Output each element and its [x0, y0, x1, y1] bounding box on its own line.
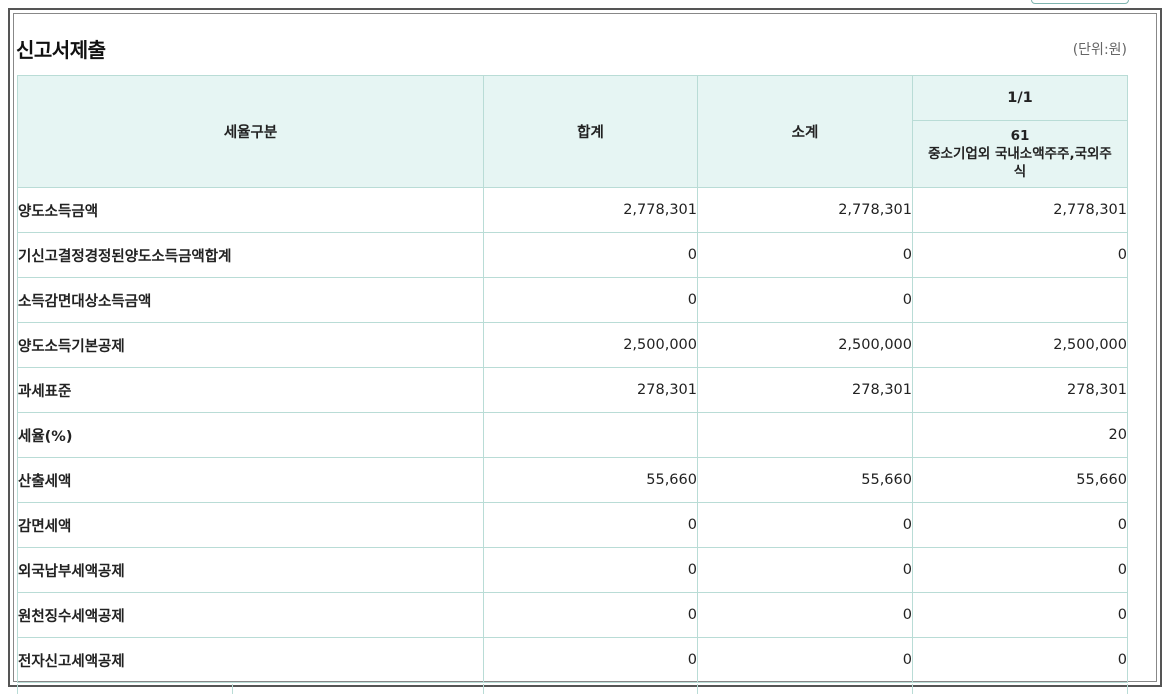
- row-label: 산출세액: [17, 457, 484, 503]
- header-code: 61: [1010, 128, 1030, 144]
- row-label: 소득감면대상소득금액: [17, 277, 484, 323]
- header-category: 세율구분: [17, 75, 484, 188]
- table-body: 양도소득금액 2,778,301 2,778,301 2,778,301 기신고결정경정…: [17, 187, 1128, 683]
- row-total: [483, 412, 698, 458]
- page-title: 신고서제출: [16, 38, 106, 62]
- row-column-61: 2,778,301: [912, 187, 1128, 233]
- row-total: 0: [483, 502, 698, 548]
- row-column-61: 0: [912, 637, 1128, 683]
- row-total: 0: [483, 592, 698, 638]
- row-total: 0: [483, 547, 698, 593]
- row-column-61: 55,660: [912, 457, 1128, 503]
- row-total: 2,778,301: [483, 187, 698, 233]
- header-page: 1/1: [912, 75, 1128, 121]
- row-label: 세율(%): [17, 412, 484, 458]
- row-column-61: 278,301: [912, 367, 1128, 413]
- row-subtotal: [697, 412, 913, 458]
- table-row: 소득감면대상소득금액 0 0: [17, 277, 1128, 323]
- row-subtotal: 0: [697, 502, 913, 548]
- row-column-61: 20: [912, 412, 1128, 458]
- row-column-61: 0: [912, 547, 1128, 593]
- header-column-61: 61 중소기업외 국내소액주주,국외주식: [912, 120, 1128, 188]
- header-subtotal: 소계: [697, 75, 913, 188]
- row-label: 기신고결정경정된양도소득금액합계: [17, 232, 484, 278]
- row-label: 과세표준: [17, 367, 484, 413]
- table-row: 감면세액 0 0 0: [17, 502, 1128, 548]
- row-label: 양도소득금액: [17, 187, 484, 233]
- row-label: 전자신고세액공제: [17, 637, 484, 683]
- row-label: 원천징수세액공제: [17, 592, 484, 638]
- table-continuation: [17, 684, 1128, 694]
- table-row: 세율(%) 20: [17, 412, 1128, 458]
- row-column-61: 0: [912, 592, 1128, 638]
- row-column-61: [912, 277, 1128, 323]
- header-total: 합계: [483, 75, 698, 188]
- table-row: 기신고결정경정된양도소득금액합계 0 0 0: [17, 232, 1128, 278]
- row-total: 55,660: [483, 457, 698, 503]
- row-subtotal: 0: [697, 277, 913, 323]
- header-code-desc: 중소기업외 국내소액주주,국외주식: [928, 146, 1112, 180]
- row-label: 양도소득기본공제: [17, 322, 484, 368]
- table-row: 산출세액 55,660 55,660 55,660: [17, 457, 1128, 503]
- table-row: 원천징수세액공제 0 0 0: [17, 592, 1128, 638]
- table-row: 과세표준 278,301 278,301 278,301: [17, 367, 1128, 413]
- row-label: 감면세액: [17, 502, 484, 548]
- row-column-61: 2,500,000: [912, 322, 1128, 368]
- table-row: 양도소득금액 2,778,301 2,778,301 2,778,301: [17, 187, 1128, 233]
- tax-table: 세율구분 합계 소계 1/1 61 중소기업외 국내소액주주,국외주식 양도소득…: [17, 75, 1128, 683]
- row-subtotal: 278,301: [697, 367, 913, 413]
- row-total: 278,301: [483, 367, 698, 413]
- row-subtotal: 0: [697, 232, 913, 278]
- row-subtotal: 0: [697, 592, 913, 638]
- row-total: 0: [483, 232, 698, 278]
- row-subtotal: 2,778,301: [697, 187, 913, 233]
- row-total: 2,500,000: [483, 322, 698, 368]
- top-tab-button[interactable]: [1031, 0, 1129, 4]
- row-label: 외국납부세액공제: [17, 547, 484, 593]
- row-total: 0: [483, 277, 698, 323]
- row-subtotal: 0: [697, 637, 913, 683]
- row-column-61: 0: [912, 232, 1128, 278]
- row-column-61: 0: [912, 502, 1128, 548]
- table-row: 전자신고세액공제 0 0 0: [17, 637, 1128, 683]
- row-subtotal: 0: [697, 547, 913, 593]
- row-total: 0: [483, 637, 698, 683]
- unit-label: (단위:원): [1072, 42, 1127, 58]
- table-row: 외국납부세액공제 0 0 0: [17, 547, 1128, 593]
- table-row: 양도소득기본공제 2,500,000 2,500,000 2,500,000: [17, 322, 1128, 368]
- row-subtotal: 55,660: [697, 457, 913, 503]
- row-subtotal: 2,500,000: [697, 322, 913, 368]
